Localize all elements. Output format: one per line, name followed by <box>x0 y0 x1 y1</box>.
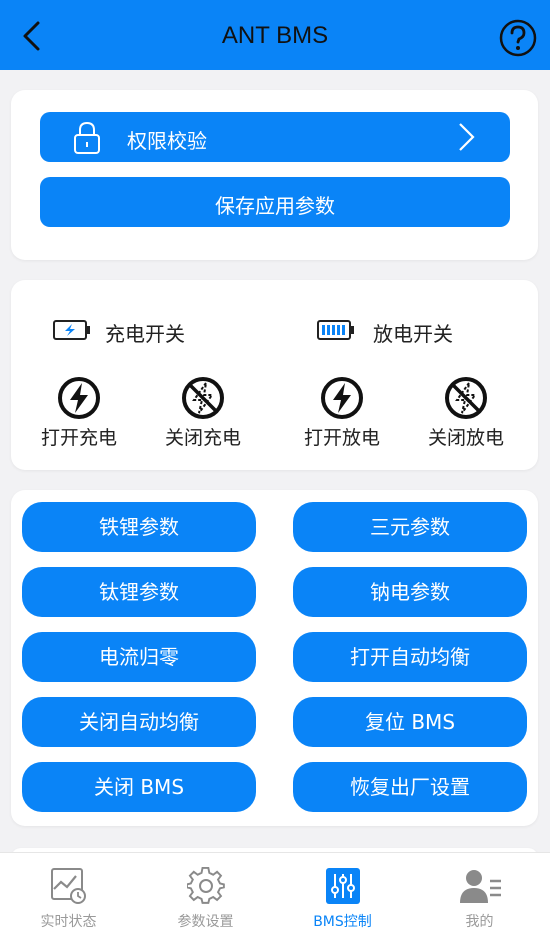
realtime-chart-icon <box>51 868 86 904</box>
discharge-switch-title: 放电开关 <box>373 322 453 346</box>
permission-check-label: 权限校验 <box>127 129 207 153</box>
sliders-icon <box>326 868 360 904</box>
power-on-icon[interactable] <box>57 376 101 420</box>
disable-auto-balance-button[interactable]: 关闭自动均衡 <box>22 697 256 747</box>
full-battery-icon <box>317 320 354 340</box>
enable-auto-balance-button[interactable]: 打开自动均衡 <box>293 632 527 682</box>
save-params-button[interactable]: 保存应用参数 <box>40 177 510 227</box>
nav-mine-label: 我的 <box>465 914 494 930</box>
nav-param-settings[interactable]: 参数设置 <box>137 853 274 943</box>
save-params-label: 保存应用参数 <box>215 194 335 218</box>
power-off-icon[interactable] <box>444 376 488 420</box>
nav-bms-control-label: BMS控制 <box>313 914 372 930</box>
auth-card: 权限校验 保存应用参数 <box>11 90 538 260</box>
open-discharge-label[interactable]: 打开放电 <box>287 423 397 450</box>
user-icon <box>460 870 501 903</box>
lto-params-button[interactable]: 钛锂参数 <box>22 567 256 617</box>
ncm-params-button[interactable]: 三元参数 <box>293 502 527 552</box>
lfp-params-button[interactable]: 铁锂参数 <box>22 502 256 552</box>
app-header: ANT BMS <box>0 0 550 70</box>
factory-reset-button[interactable]: 恢复出厂设置 <box>293 762 527 812</box>
open-charge-label[interactable]: 打开充电 <box>24 423 134 450</box>
shutdown-bms-button[interactable]: 关闭 BMS <box>22 762 256 812</box>
nav-mine[interactable]: 我的 <box>411 853 548 943</box>
close-discharge-label[interactable]: 关闭放电 <box>411 423 521 450</box>
switch-card: 充电开关 放电开关 打开充电 关闭充电 打开放电 关闭放电 <box>11 280 538 470</box>
power-off-icon[interactable] <box>181 376 225 420</box>
control-grid-card: 铁锂参数 三元参数 钛锂参数 钠电参数 电流归零 打开自动均衡 关闭自动均衡 复… <box>11 490 538 826</box>
nav-param-settings-label: 参数设置 <box>177 914 234 930</box>
nav-realtime-status[interactable]: 实时状态 <box>0 853 137 943</box>
charging-battery-icon <box>53 320 90 340</box>
current-zero-button[interactable]: 电流归零 <box>22 632 256 682</box>
nav-bms-control[interactable]: BMS控制 <box>274 853 411 943</box>
bottom-nav: 实时状态 参数设置 BMS控制 我的 <box>0 852 550 943</box>
close-charge-label[interactable]: 关闭充电 <box>148 423 258 450</box>
permission-check-button[interactable]: 权限校验 <box>40 112 510 162</box>
charge-switch-title: 充电开关 <box>105 322 185 346</box>
nav-realtime-status-label: 实时状态 <box>40 914 97 930</box>
help-icon[interactable] <box>498 18 538 58</box>
chevron-right-icon <box>459 123 475 151</box>
power-on-icon[interactable] <box>320 376 364 420</box>
page-title: ANT BMS <box>221 22 329 49</box>
gear-icon <box>187 867 225 904</box>
reset-bms-button[interactable]: 复位 BMS <box>293 697 527 747</box>
sodium-params-button[interactable]: 钠电参数 <box>293 567 527 617</box>
lock-icon <box>74 121 100 154</box>
